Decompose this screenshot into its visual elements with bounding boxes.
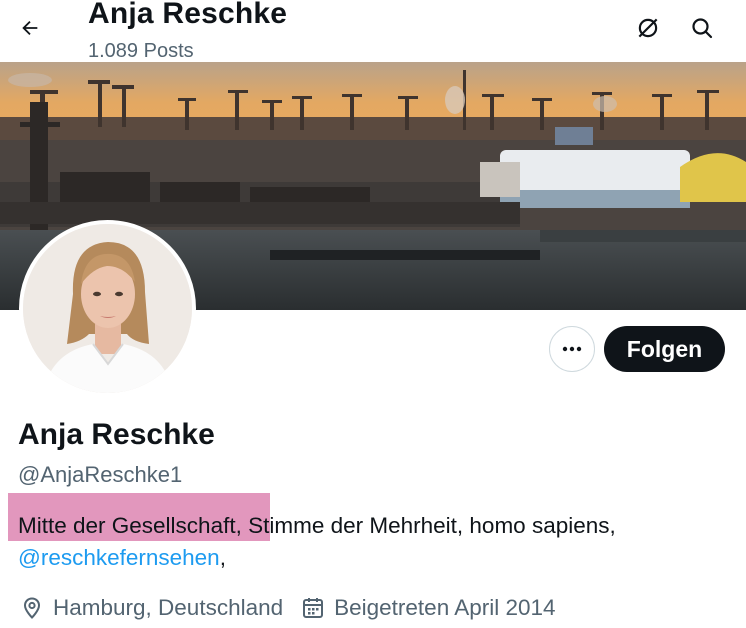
posts-count: 1.089 Posts bbox=[88, 40, 194, 62]
search-icon bbox=[692, 18, 713, 39]
avatar-photo bbox=[23, 224, 192, 393]
user-handle: @AnjaReschke1 bbox=[18, 462, 183, 487]
more-options-button[interactable] bbox=[549, 326, 595, 372]
follow-button[interactable]: Folgen bbox=[604, 326, 725, 372]
top-bar: Anja Reschke 1.089 Posts bbox=[0, 0, 746, 62]
grok-button[interactable] bbox=[632, 12, 664, 44]
display-name: Anja Reschke bbox=[18, 418, 215, 451]
grok-icon bbox=[638, 18, 658, 38]
joined-text: Beigetreten April 2014 bbox=[334, 595, 556, 620]
calendar-icon bbox=[303, 598, 324, 618]
page-title: Anja Reschke bbox=[88, 0, 288, 30]
location-item: Hamburg, Deutschland bbox=[20, 595, 283, 621]
profile-meta: Hamburg, Deutschland Beigetreten April 2… bbox=[20, 592, 556, 624]
joined-item: Beigetreten April 2014 bbox=[301, 595, 556, 621]
search-button[interactable] bbox=[686, 12, 718, 44]
avatar[interactable] bbox=[19, 220, 196, 397]
bio-text: , Stimme der Mehrheit, homo sapiens, bbox=[235, 513, 616, 538]
profile-bio: Mitte der Gesellschaft, Stimme der Mehrh… bbox=[18, 510, 728, 574]
bio-mention-link[interactable]: @reschkefernsehen bbox=[18, 545, 220, 570]
more-horizontal-icon bbox=[562, 346, 582, 352]
back-arrow-icon bbox=[22, 20, 38, 36]
bio-trailing: , bbox=[219, 545, 226, 570]
location-text: Hamburg, Deutschland bbox=[53, 595, 284, 620]
location-pin-icon bbox=[23, 597, 41, 619]
bio-highlighted-text: Mitte der Gesellschaft bbox=[18, 513, 236, 538]
back-button[interactable] bbox=[14, 12, 46, 44]
